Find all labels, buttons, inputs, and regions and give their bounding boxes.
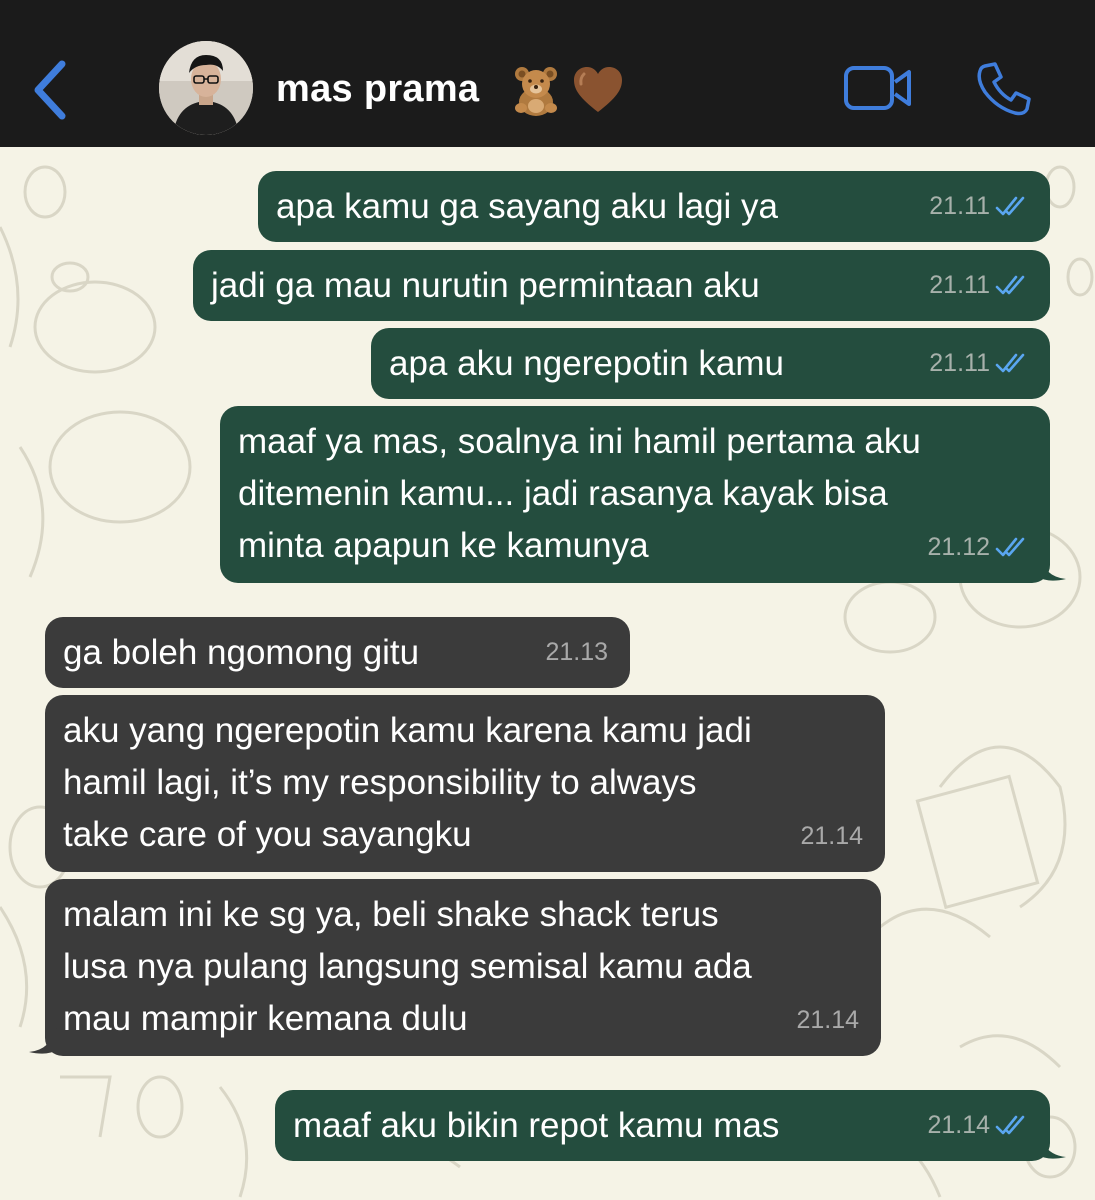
message-text: ditemenin kamu... jadi rasanya kayak bis… [238, 474, 888, 513]
message-text: jadi ga mau nurutin permintaan aku [211, 266, 760, 305]
bubble-tail [1038, 553, 1066, 581]
message-time: 21.12 [927, 533, 990, 561]
read-receipt-icon [995, 537, 1025, 557]
message-meta: 21.11 [929, 337, 1028, 389]
chat-header: mas prama [0, 0, 1095, 147]
incoming-message[interactable]: malam ini ke sg ya, beli shake shack ter… [45, 879, 881, 1056]
back-button[interactable] [28, 56, 76, 124]
message-time: 21.11 [929, 192, 990, 220]
message-time: 21.13 [545, 638, 608, 666]
message-meta: 21.14 [927, 1099, 1028, 1151]
video-call-button[interactable] [843, 64, 913, 112]
phone-icon [977, 62, 1031, 116]
outgoing-message[interactable]: apa aku ngerepotin kamu 21.11 [371, 328, 1050, 399]
message-text: maaf aku bikin repot kamu mas [293, 1106, 780, 1145]
message-time: 21.14 [796, 1006, 859, 1034]
message-meta: 21.12 [927, 521, 1028, 573]
incoming-message[interactable]: aku yang ngerepotin kamu karena kamu jad… [45, 695, 885, 872]
incoming-message[interactable]: ga boleh ngomong gitu 21.13 [45, 617, 630, 688]
voice-call-button[interactable] [975, 60, 1033, 118]
message-time: 21.14 [927, 1111, 990, 1139]
chevron-left-icon [34, 60, 66, 120]
outgoing-message[interactable]: apa kamu ga sayang aku lagi ya 21.11 [258, 171, 1050, 242]
outgoing-message[interactable]: jadi ga mau nurutin permintaan aku 21.11 [193, 250, 1050, 321]
brown-heart-icon [574, 67, 622, 112]
message-text: maaf ya mas, soalnya ini hamil pertama a… [238, 422, 921, 461]
message-text: minta apapun ke kamunya [238, 526, 649, 565]
message-meta: 21.11 [929, 259, 1028, 311]
message-text: apa kamu ga sayang aku lagi ya [276, 187, 778, 226]
message-meta: 21.11 [929, 180, 1028, 232]
message-time: 21.14 [800, 822, 863, 850]
message-meta: 21.14 [796, 994, 859, 1046]
message-meta: 21.14 [800, 810, 863, 862]
message-text: mau mampir kemana dulu [63, 999, 468, 1038]
read-receipt-icon [995, 353, 1025, 373]
read-receipt-icon [995, 275, 1025, 295]
read-receipt-icon [995, 1115, 1025, 1135]
outgoing-message[interactable]: maaf aku bikin repot kamu mas 21.14 [275, 1090, 1050, 1161]
message-text: lusa nya pulang langsung semisal kamu ad… [63, 947, 752, 986]
message-text: malam ini ke sg ya, beli shake shack ter… [63, 895, 719, 934]
video-camera-icon [844, 66, 911, 110]
teddy-bear-icon [515, 67, 557, 116]
message-time: 21.11 [929, 349, 990, 377]
contact-avatar[interactable] [159, 41, 253, 135]
message-text: ga boleh ngomong gitu [63, 633, 420, 672]
message-time: 21.11 [929, 271, 990, 299]
bubble-tail [29, 1026, 57, 1054]
bubble-tail [1038, 1131, 1066, 1159]
message-meta: 21.13 [545, 626, 608, 678]
message-text: take care of you sayangku [63, 815, 472, 854]
outgoing-message[interactable]: maaf ya mas, soalnya ini hamil pertama a… [220, 406, 1050, 583]
message-text: aku yang ngerepotin kamu karena kamu jad… [63, 711, 752, 750]
message-text: hamil lagi, it’s my responsibility to al… [63, 763, 697, 802]
contact-name[interactable]: mas prama [276, 68, 479, 111]
read-receipt-icon [995, 196, 1025, 216]
